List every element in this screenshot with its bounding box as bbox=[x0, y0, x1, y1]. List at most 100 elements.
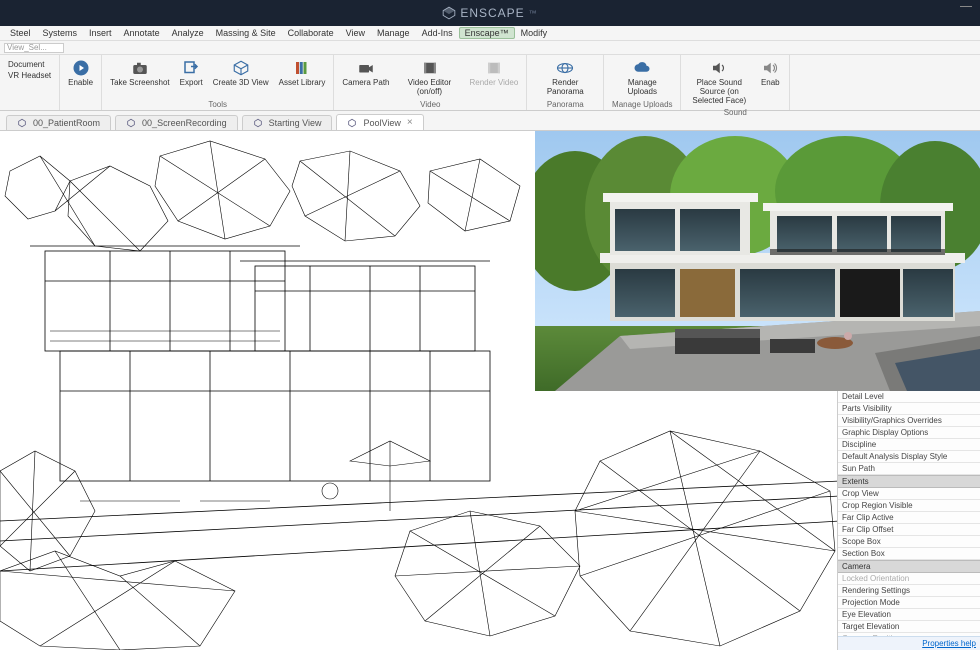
place-sound-button[interactable]: Place Sound Source (on Selected Face) bbox=[685, 57, 753, 107]
enable-sound-button[interactable]: Enab bbox=[755, 57, 785, 90]
menu-systems[interactable]: Systems bbox=[37, 28, 84, 38]
enable-label: Enable bbox=[68, 79, 93, 88]
prop-section-box[interactable]: Section Box bbox=[838, 548, 980, 560]
take-screenshot-label: Take Screenshot bbox=[110, 79, 170, 88]
prop-default-analysis-display-style[interactable]: Default Analysis Display Style bbox=[838, 451, 980, 463]
prop-rendering-settings[interactable]: Rendering Settings bbox=[838, 585, 980, 597]
prop-discipline[interactable]: Discipline bbox=[838, 439, 980, 451]
tab-label: 00_ScreenRecording bbox=[142, 118, 227, 128]
quick-access-bar: View_Sel... bbox=[0, 41, 980, 55]
asset-library-label: Asset Library bbox=[279, 79, 326, 88]
view3d-icon bbox=[126, 118, 136, 128]
menu-modify[interactable]: Modify bbox=[515, 28, 554, 38]
menu-enscape-[interactable]: Enscape™ bbox=[459, 27, 515, 39]
render-panorama-button[interactable]: Render Panorama bbox=[531, 57, 599, 99]
app-title: ENSCAPE bbox=[460, 6, 524, 20]
manage-uploads-label: Manage Uploads bbox=[612, 79, 672, 97]
tab-label: 00_PatientRoom bbox=[33, 118, 100, 128]
enable-sound-label: Enab bbox=[761, 79, 780, 88]
camera-path-button[interactable]: Camera Path bbox=[338, 57, 393, 90]
ribbon-sub-document[interactable]: Document bbox=[4, 59, 55, 70]
enscape-logo-icon bbox=[442, 6, 456, 20]
cloud-icon bbox=[633, 59, 651, 77]
asset-library-button[interactable]: Asset Library bbox=[275, 57, 330, 90]
menu-massing-site[interactable]: Massing & Site bbox=[210, 28, 282, 38]
render-video-button: Render Video bbox=[466, 57, 523, 90]
prop-eye-elevation[interactable]: Eye Elevation bbox=[838, 609, 980, 621]
ribbon-group-label: Sound bbox=[724, 107, 747, 117]
menu-analyze[interactable]: Analyze bbox=[166, 28, 210, 38]
ribbon-group-label: Manage Uploads bbox=[612, 99, 672, 109]
panorama-icon bbox=[556, 59, 574, 77]
prop-section-extents[interactable]: Extents bbox=[838, 475, 980, 488]
render-panorama-label: Render Panorama bbox=[535, 79, 595, 97]
menu-annotate[interactable]: Annotate bbox=[118, 28, 166, 38]
prop-graphic-display-options[interactable]: Graphic Display Options bbox=[838, 427, 980, 439]
prop-target-elevation[interactable]: Target Elevation bbox=[838, 621, 980, 633]
camera-path-label: Camera Path bbox=[342, 79, 389, 88]
books-icon bbox=[293, 59, 311, 77]
menu-add-ins[interactable]: Add-Ins bbox=[416, 28, 459, 38]
prop-projection-mode[interactable]: Projection Mode bbox=[838, 597, 980, 609]
speaker-icon bbox=[710, 59, 728, 77]
viewport-stage: Detail LevelParts VisibilityVisibility/G… bbox=[0, 131, 980, 650]
speaker2-icon bbox=[761, 59, 779, 77]
view3d-icon bbox=[347, 118, 357, 128]
film-icon bbox=[421, 59, 439, 77]
prop-far-clip-active[interactable]: Far Clip Active bbox=[838, 512, 980, 524]
ribbon-sub-vr-headset[interactable]: VR Headset bbox=[4, 70, 55, 81]
menu-manage[interactable]: Manage bbox=[371, 28, 416, 38]
tab-poolview[interactable]: PoolView × bbox=[336, 114, 423, 130]
take-screenshot-button[interactable]: Take Screenshot bbox=[106, 57, 174, 90]
video-editor-label: Video Editor (on/off) bbox=[400, 79, 460, 97]
menu-collaborate[interactable]: Collaborate bbox=[282, 28, 340, 38]
cam-icon bbox=[357, 59, 375, 77]
ribbon-group-label: Tools bbox=[208, 99, 227, 109]
tab-label: Starting View bbox=[269, 118, 322, 128]
export-button[interactable]: Export bbox=[176, 57, 207, 90]
menu-steel[interactable]: Steel bbox=[4, 28, 37, 38]
menu-view[interactable]: View bbox=[340, 28, 371, 38]
titlebar: ENSCAPE™ bbox=[0, 0, 980, 26]
document-tabs: 00_PatientRoom 00_ScreenRecording Starting… bbox=[0, 111, 980, 131]
tab-00-screenrecording[interactable]: 00_ScreenRecording bbox=[115, 115, 238, 130]
prop-section-camera[interactable]: Camera bbox=[838, 560, 980, 573]
menu-insert[interactable]: Insert bbox=[83, 28, 118, 38]
enable-button[interactable]: Enable bbox=[64, 57, 97, 90]
rendered-preview bbox=[535, 131, 980, 391]
prop-detail-level[interactable]: Detail Level bbox=[838, 391, 980, 403]
film-icon bbox=[485, 59, 503, 77]
manage-uploads-button[interactable]: Manage Uploads bbox=[608, 57, 676, 99]
export-icon bbox=[182, 59, 200, 77]
prop-far-clip-offset[interactable]: Far Clip Offset bbox=[838, 524, 980, 536]
menubar: SteelSystemsInsertAnnotateAnalyzeMassing… bbox=[0, 26, 980, 41]
render-video-label: Render Video bbox=[470, 79, 519, 88]
ribbon: DocumentVR Headset Enable Take Screenshot… bbox=[0, 55, 980, 111]
cube-icon bbox=[232, 59, 250, 77]
prop-crop-view[interactable]: Crop View bbox=[838, 488, 980, 500]
tab-00-patientroom[interactable]: 00_PatientRoom bbox=[6, 115, 111, 130]
tab-starting-view[interactable]: Starting View bbox=[242, 115, 333, 130]
camera-icon bbox=[131, 59, 149, 77]
create-3d-view-button[interactable]: Create 3D View bbox=[209, 57, 273, 90]
view-selector[interactable]: View_Sel... bbox=[4, 43, 64, 53]
place-sound-label: Place Sound Source (on Selected Face) bbox=[689, 79, 749, 105]
minimize-icon[interactable] bbox=[960, 6, 972, 7]
prop-visibility-graphics-overrides[interactable]: Visibility/Graphics Overrides bbox=[838, 415, 980, 427]
prop-scope-box[interactable]: Scope Box bbox=[838, 536, 980, 548]
export-label: Export bbox=[180, 79, 203, 88]
create-3d-view-label: Create 3D View bbox=[213, 79, 269, 88]
view3d-icon bbox=[253, 118, 263, 128]
properties-help-link[interactable]: Properties help bbox=[838, 636, 980, 650]
prop-parts-visibility[interactable]: Parts Visibility bbox=[838, 403, 980, 415]
prop-crop-region-visible[interactable]: Crop Region Visible bbox=[838, 500, 980, 512]
tab-label: PoolView bbox=[363, 118, 400, 128]
properties-panel: Detail LevelParts VisibilityVisibility/G… bbox=[837, 391, 980, 650]
ribbon-group-label: Panorama bbox=[547, 99, 584, 109]
close-tab-icon[interactable]: × bbox=[407, 117, 413, 128]
play-icon bbox=[72, 59, 90, 77]
prop-locked-orientation: Locked Orientation bbox=[838, 573, 980, 585]
prop-sun-path[interactable]: Sun Path bbox=[838, 463, 980, 475]
ribbon-left-sub: DocumentVR Headset bbox=[4, 57, 55, 81]
video-editor-button[interactable]: Video Editor (on/off) bbox=[396, 57, 464, 99]
